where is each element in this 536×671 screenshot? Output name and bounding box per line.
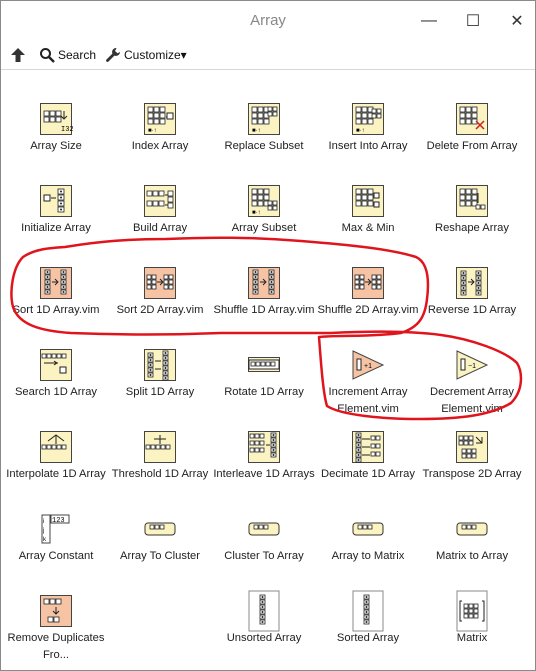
window-title: Array (250, 12, 286, 29)
svg-text:■·↑: ■·↑ (252, 128, 261, 134)
increment-array-element-icon: +1 (352, 343, 385, 380)
palette-item[interactable]: Shuffle 1D Array.vim (212, 234, 316, 316)
decrement-array-element-icon: −1 (456, 343, 489, 380)
palette-item-label: Sorted Array (336, 632, 400, 644)
palette-item[interactable]: Sort 1D Array.vim (4, 234, 108, 316)
palette-item[interactable]: i j k 123 Array Constant (4, 480, 108, 562)
interpolate-1d-array-icon (40, 425, 72, 463)
palette-item[interactable]: Array to Matrix (316, 480, 420, 562)
search-icon (40, 48, 55, 63)
palette-item[interactable]: Delete From Array (420, 70, 524, 152)
array-subset-icon: ■·↑ (248, 179, 280, 217)
cluster-to-array-icon (248, 507, 280, 539)
palette-item[interactable]: Build Array (108, 152, 212, 234)
palette-item[interactable]: Reshape Array (420, 152, 524, 234)
sorted-array-folder-icon (352, 589, 384, 632)
palette-item[interactable]: Sorted Array (316, 562, 420, 644)
customize-menu[interactable]: Customize▾ (105, 45, 187, 65)
initialize-array-icon (40, 179, 72, 217)
palette-item-label: Array To Cluster (120, 550, 200, 562)
palette-item[interactable]: Sort 2D Array.vim (108, 234, 212, 316)
palette-item[interactable]: Interpolate 1D Array (4, 398, 108, 480)
palette-item[interactable]: Split 1D Array (108, 316, 212, 398)
delete-from-array-icon (456, 97, 488, 135)
palette-item[interactable]: Rotate 1D Array (212, 316, 316, 398)
title-bar: Array — ☐ ✕ (1, 1, 535, 41)
palette-item[interactable]: Threshold 1D Array (108, 398, 212, 480)
palette-item[interactable]: Interleave 1D Arrays (212, 398, 316, 480)
index-array-icon: ■·↑ (144, 97, 176, 135)
search-1d-array-icon (40, 343, 72, 381)
palette-item[interactable]: ■·↑ Index Array (108, 70, 212, 152)
palette-item[interactable]: ■·↑ Insert Into Array (316, 70, 420, 152)
palette-item[interactable]: ■·↑ Array Subset (212, 152, 316, 234)
up-arrow-icon (11, 48, 25, 62)
array-constant-icon: i j k 123 (40, 507, 72, 544)
palette-item[interactable]: +1 Increment Array Element.vim (316, 316, 420, 415)
threshold-1d-array-icon (144, 425, 176, 463)
svg-text:i: i (43, 519, 44, 525)
matrix-to-array-icon (456, 507, 488, 539)
svg-text:+1: +1 (364, 363, 372, 370)
svg-text:■·↑: ■·↑ (148, 128, 157, 134)
transpose-2d-array-icon (456, 425, 488, 463)
sort-2d-array-icon (144, 261, 176, 299)
svg-text:−1: −1 (468, 363, 476, 370)
reshape-array-icon (456, 179, 488, 217)
interleave-1d-arrays-icon (248, 425, 280, 463)
palette-item[interactable]: Remove Duplicates Fro... (4, 562, 108, 661)
max-min-icon (352, 179, 384, 217)
palette-item[interactable]: Search 1D Array (4, 316, 108, 398)
split-1d-array-icon (144, 343, 176, 381)
function-palette: I32 Array Size ■·↑ Index Array ■·↑ Replace Su… (1, 70, 535, 670)
maximize-button[interactable]: ☐ (461, 9, 485, 33)
palette-item[interactable]: Unsorted Array (212, 562, 316, 644)
reverse-1d-array-icon (456, 261, 488, 299)
array-to-cluster-icon (144, 507, 176, 539)
minimize-button[interactable]: — (417, 9, 441, 33)
shuffle-2d-array-icon (352, 261, 384, 299)
search-label: Search (58, 48, 97, 62)
unsorted-array-folder-icon (248, 589, 280, 632)
svg-text:■·↑: ■·↑ (252, 210, 261, 216)
palette-item[interactable]: Shuffle 2D Array.vim (316, 234, 420, 316)
remove-duplicates-icon (40, 589, 72, 627)
palette-item[interactable]: Array To Cluster (108, 480, 212, 562)
palette-item[interactable]: Cluster To Array (212, 480, 316, 562)
replace-subset-icon: ■·↑ (248, 97, 280, 135)
palette-item[interactable]: Matrix to Array (420, 480, 524, 562)
palette-item[interactable]: I32 Array Size (4, 70, 108, 152)
palette-item-label: Remove Duplicates Fro... (7, 632, 105, 661)
array-to-matrix-icon (352, 507, 384, 539)
palette-item[interactable]: Matrix (420, 562, 524, 644)
insert-into-array-icon: ■·↑ (352, 97, 384, 135)
svg-text:■·↑: ■·↑ (356, 128, 365, 134)
svg-text:I32: I32 (61, 126, 74, 134)
close-button[interactable]: ✕ (505, 9, 529, 33)
rotate-1d-array-icon (248, 343, 280, 375)
build-array-icon (144, 179, 176, 217)
matrix-folder-icon (456, 589, 488, 632)
palette-item[interactable]: Decimate 1D Array (316, 398, 420, 480)
palette-item-label: Matrix (456, 632, 488, 644)
palette-item[interactable]: −1 Decrement Array Element.vim (420, 316, 524, 415)
palette-item[interactable]: ■·↑ Replace Subset (212, 70, 316, 152)
palette-item-label: Unsorted Array (226, 632, 302, 644)
search-button[interactable]: Search (39, 45, 96, 65)
array-palette-window: Array — ☐ ✕ Search Customize▾ I32 Array S… (0, 0, 536, 671)
svg-text:123: 123 (52, 517, 65, 525)
decimate-1d-array-icon (352, 425, 384, 463)
array-size-icon: I32 (40, 97, 74, 135)
toolbar: Search Customize▾ (1, 41, 535, 70)
shuffle-1d-array-icon (248, 261, 280, 299)
svg-text:j: j (42, 528, 44, 534)
palette-item[interactable]: Initialize Array (4, 152, 108, 234)
customize-label: Customize▾ (124, 48, 187, 62)
palette-item[interactable]: Max & Min (316, 152, 420, 234)
up-button[interactable] (9, 45, 30, 65)
palette-item[interactable]: Reverse 1D Array (420, 234, 524, 316)
sort-1d-array-icon (40, 261, 72, 299)
palette-item[interactable]: Transpose 2D Array (420, 398, 524, 480)
wrench-icon (106, 48, 120, 62)
